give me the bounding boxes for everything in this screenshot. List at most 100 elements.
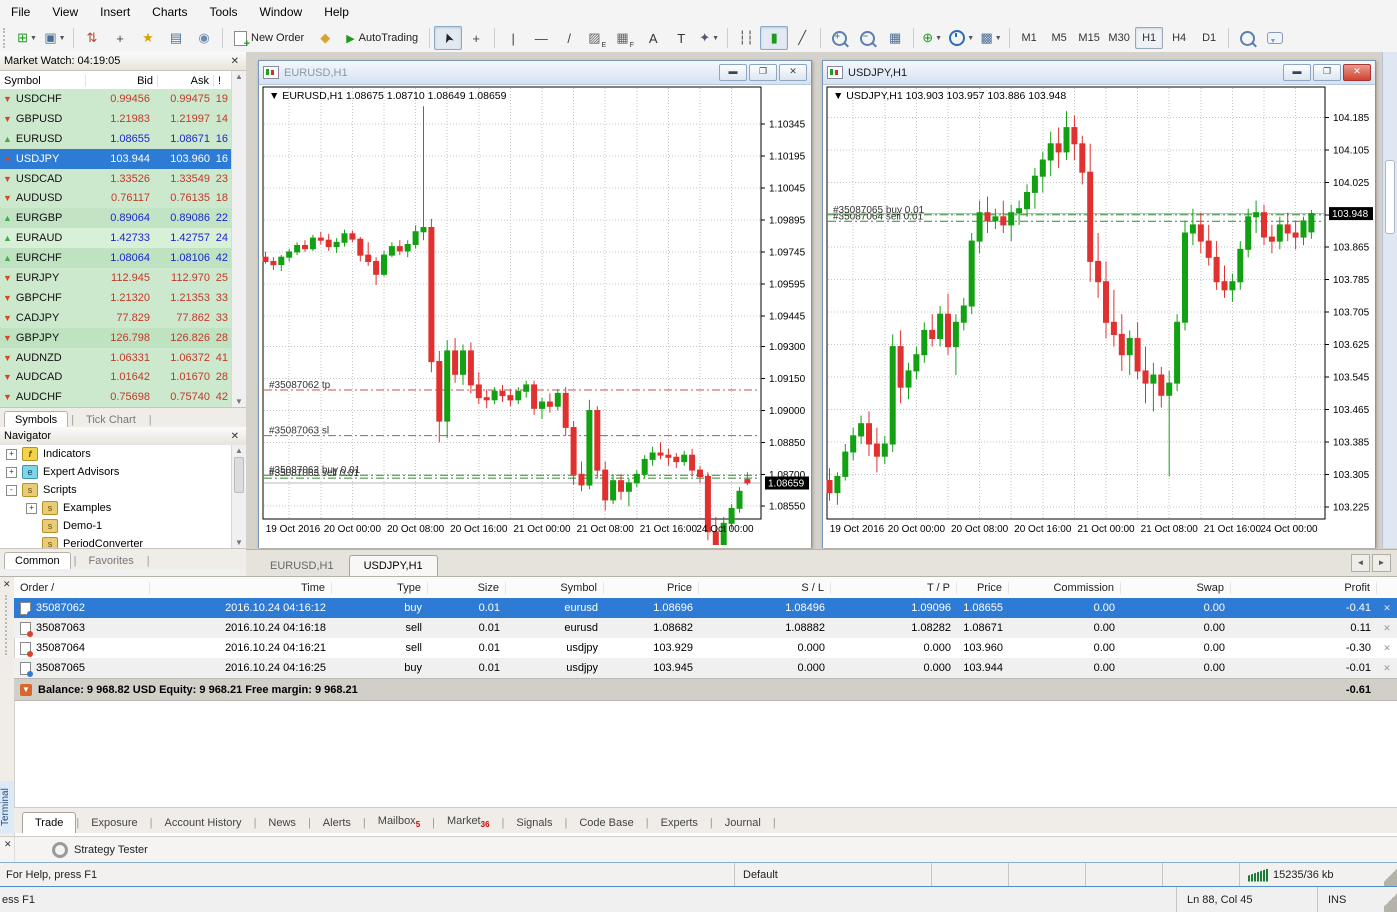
periods-button[interactable]: ▼ <box>946 26 977 50</box>
orders-col-type[interactable]: Type <box>332 582 428 594</box>
order-row-35087065[interactable]: 350870652016.10.24 04:16:25buy0.01usdjpy… <box>14 658 1397 678</box>
terminal-tab-market[interactable]: Market36 <box>435 811 502 833</box>
bar-chart-button[interactable]: ┆┆ <box>732 26 760 50</box>
timeframe-h4-button[interactable]: H4 <box>1165 27 1193 49</box>
close-order-icon[interactable]: ✕ <box>1377 663 1397 674</box>
cursor-button[interactable]: ➤ <box>434 26 462 50</box>
terminal-tab-experts[interactable]: Experts <box>649 813 710 833</box>
mw-col-ask[interactable]: Ask <box>158 75 214 87</box>
restore-icon[interactable]: ❐ <box>749 64 777 81</box>
autotrading-button[interactable]: ▶AutoTrading <box>339 26 425 50</box>
terminal-tab-trade[interactable]: Trade <box>22 812 76 833</box>
new-order-button[interactable]: New Order <box>227 26 311 50</box>
menu-window[interactable]: Window <box>249 1 314 23</box>
orders-col-time[interactable]: Time <box>150 582 332 594</box>
close-icon[interactable]: ✕ <box>1343 64 1371 81</box>
strategy-tester-toggle-button[interactable]: ◉ <box>190 26 218 50</box>
menu-view[interactable]: View <box>41 1 89 23</box>
restore-icon[interactable]: ❐ <box>1313 64 1341 81</box>
terminal-tab-signals[interactable]: Signals <box>504 813 564 833</box>
terminal-tab-journal[interactable]: Journal <box>713 813 773 833</box>
timeframe-m30-button[interactable]: M30 <box>1105 27 1133 49</box>
orders-col-price[interactable]: Price <box>957 582 1009 594</box>
tab-scroll-right-icon[interactable]: ► <box>1372 554 1391 572</box>
scroll-up-icon[interactable]: ▲ <box>232 446 246 455</box>
navigator-item-indicators[interactable]: +fIndicators <box>0 445 232 463</box>
timeframe-m1-button[interactable]: M1 <box>1015 27 1043 49</box>
navigator-item-periodconverter[interactable]: sPeriodConverter <box>0 535 232 548</box>
market-watch-row-euraud[interactable]: ▲EURAUD1.427331.4275724 <box>0 228 232 248</box>
menu-tools[interactable]: Tools <box>199 1 249 23</box>
order-row-35087063[interactable]: 350870632016.10.24 04:16:18sell0.01eurus… <box>14 618 1397 638</box>
minimize-icon[interactable]: ▬ <box>1283 64 1311 81</box>
navigator-toggle-button[interactable]: ★ <box>134 26 162 50</box>
terminal-toggle-button[interactable]: ▤ <box>162 26 190 50</box>
scroll-up-icon[interactable]: ▲ <box>232 72 246 81</box>
orders-col-swap[interactable]: Swap <box>1121 582 1231 594</box>
chart-canvas[interactable]: 104.185104.105104.025103.945103.865103.7… <box>823 85 1375 548</box>
indicators-add-button[interactable]: ⊕▼ <box>918 26 946 50</box>
close-icon[interactable]: ✕ <box>228 56 242 67</box>
mw-col-[interactable]: ! <box>214 75 232 87</box>
orders-col-price[interactable]: Price <box>604 582 699 594</box>
new-chart-button[interactable]: ⊞▼ <box>13 26 41 50</box>
market-watch-row-eurgbp[interactable]: ▲EURGBP0.890640.8908622 <box>0 208 232 228</box>
data-window-button[interactable]: + <box>106 26 134 50</box>
fibonacci-retracement-button[interactable]: ▦F <box>611 26 639 50</box>
market-watch-row-eurchf[interactable]: ▲EURCHF1.080641.0810642 <box>0 248 232 268</box>
chart-canvas[interactable]: 1.103451.101951.100451.098951.097451.095… <box>259 85 811 548</box>
crosshair-button[interactable]: + <box>462 26 490 50</box>
tab-scroll-left-icon[interactable]: ◄ <box>1351 554 1370 572</box>
terminal-tab-account-history[interactable]: Account History <box>153 813 254 833</box>
orders-col-order[interactable]: Order / <box>14 582 150 594</box>
market-watch-row-eurjpy[interactable]: ▼EURJPY112.945112.97025 <box>0 268 232 288</box>
navigator-item-examples[interactable]: +sExamples <box>0 499 232 517</box>
menu-help[interactable]: Help <box>313 1 360 23</box>
chart-window-eurusd[interactable]: EURUSD,H1 ▬ ❐ ✕ 1.103451.101951.100451.0… <box>258 60 812 548</box>
chart-window-titlebar[interactable]: USDJPY,H1 ▬ ❐ ✕ <box>823 61 1375 85</box>
mw-col-bid[interactable]: Bid <box>86 75 158 87</box>
chart-window-titlebar[interactable]: EURUSD,H1 ▬ ❐ ✕ <box>259 61 811 85</box>
status-profile[interactable]: Default <box>734 863 931 887</box>
close-icon[interactable]: ✕ <box>779 64 807 81</box>
market-watch-row-usdcad[interactable]: ▼USDCAD1.335261.3354923 <box>0 169 232 189</box>
tile-windows-button[interactable]: ▦ <box>881 26 909 50</box>
orders-col-tp[interactable]: T / P <box>831 582 957 594</box>
market-watch-row-gbpusd[interactable]: ▼GBPUSD1.219831.2199714 <box>0 109 232 129</box>
mw-tab-symbols[interactable]: Symbols <box>4 411 68 428</box>
terminal-tab-mailbox[interactable]: Mailbox5 <box>366 811 432 833</box>
nav-tab-common[interactable]: Common <box>4 552 71 569</box>
arrows-button[interactable]: ✦▼ <box>695 26 723 50</box>
close-order-icon[interactable]: ✕ <box>1377 623 1397 634</box>
vertical-line-button[interactable]: | <box>499 26 527 50</box>
zoom-out-button[interactable]: − <box>853 26 881 50</box>
orders-col-size[interactable]: Size <box>428 582 506 594</box>
close-icon[interactable]: ✕ <box>228 431 242 442</box>
minimize-icon[interactable]: ▬ <box>719 64 747 81</box>
scroll-down-icon[interactable]: ▼ <box>232 397 246 406</box>
chart-window-usdjpy[interactable]: USDJPY,H1 ▬ ❐ ✕ 104.185104.105104.025103… <box>822 60 1376 548</box>
menu-file[interactable]: File <box>0 1 41 23</box>
navigator-item-expert-advisors[interactable]: +eExpert Advisors <box>0 463 232 481</box>
mw-tab-tick-chart[interactable]: Tick Chart <box>76 412 146 428</box>
close-order-icon[interactable]: ✕ <box>1377 643 1397 654</box>
search-button[interactable] <box>1233 26 1261 50</box>
text-label-button[interactable]: T <box>667 26 695 50</box>
text-button[interactable]: A <box>639 26 667 50</box>
terminal-tab-alerts[interactable]: Alerts <box>311 813 363 833</box>
scrollbar-thumb[interactable] <box>234 457 244 493</box>
market-watch-row-audusd[interactable]: ▼AUDUSD0.761170.7613518 <box>0 188 232 208</box>
menu-charts[interactable]: Charts <box>141 1 198 23</box>
line-chart-button[interactable]: ╱ <box>788 26 816 50</box>
resize-grip[interactable] <box>1384 863 1397 887</box>
market-watch-row-gbpchf[interactable]: ▼GBPCHF1.213201.2135333 <box>0 288 232 308</box>
market-watch-row-gbpjpy[interactable]: ▼GBPJPY126.798126.82628 <box>0 328 232 348</box>
scroll-down-icon[interactable]: ▼ <box>232 538 246 547</box>
expand-icon[interactable]: + <box>26 503 37 514</box>
nav-tab-favorites[interactable]: Favorites <box>78 553 143 569</box>
candlestick-chart-button[interactable]: ▮ <box>760 26 788 50</box>
chart-profiles-button[interactable]: ▣▼ <box>41 26 69 50</box>
templates-button[interactable]: ▩▼ <box>977 26 1005 50</box>
terminal-tab-code-base[interactable]: Code Base <box>567 813 645 833</box>
navigator-item-scripts[interactable]: -sScripts <box>0 481 232 499</box>
